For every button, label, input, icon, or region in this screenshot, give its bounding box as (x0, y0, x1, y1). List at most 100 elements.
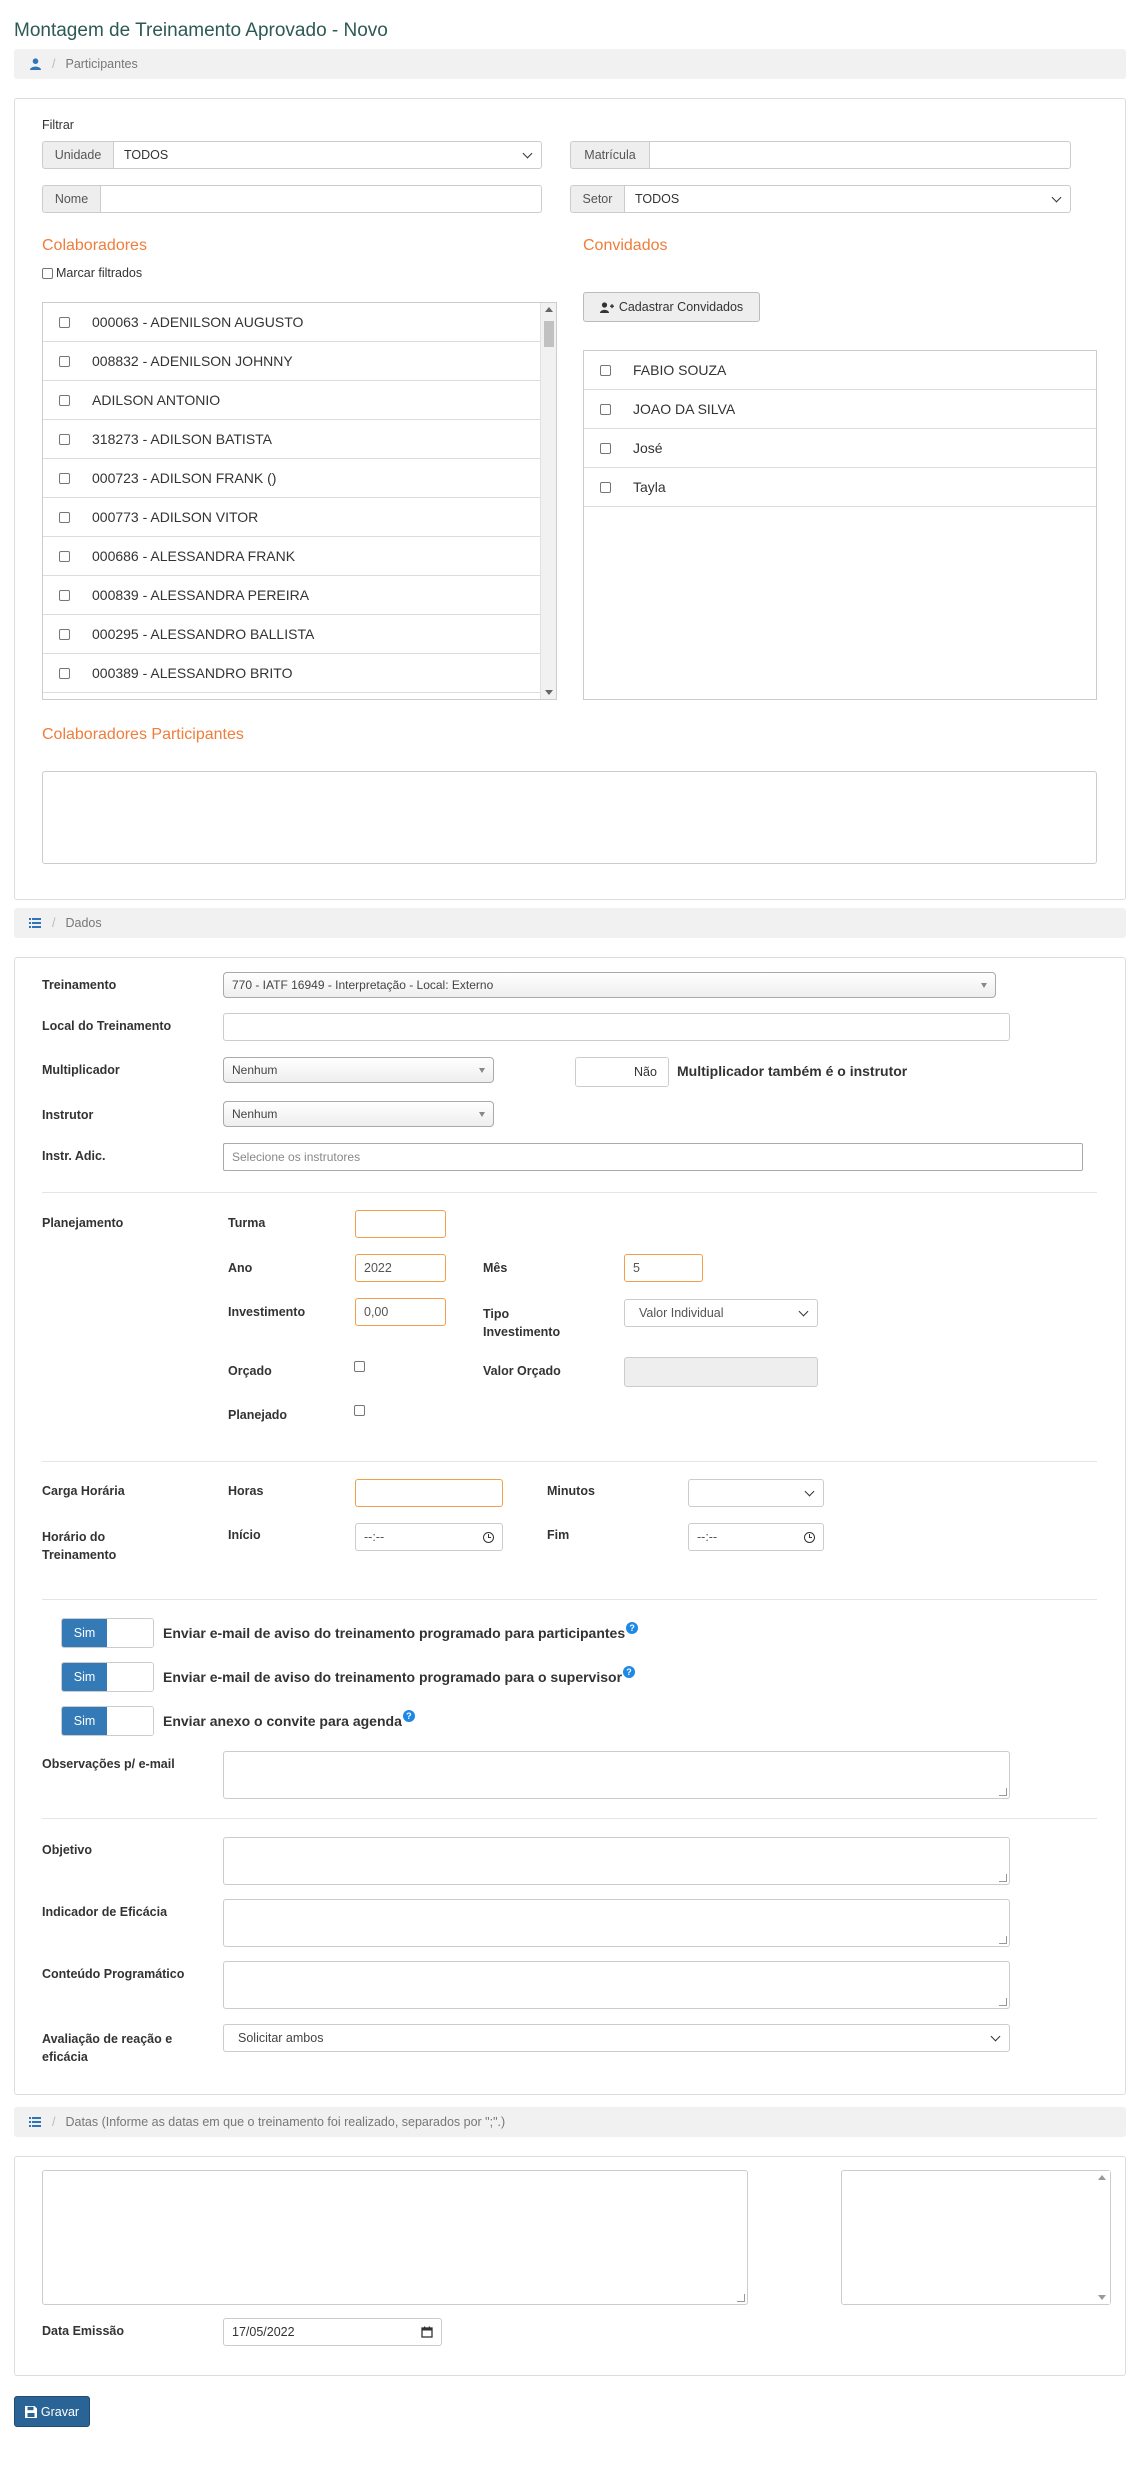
list-icon (28, 2117, 42, 2127)
toggle-sim-label: Sim (62, 1707, 107, 1735)
fim-time-input[interactable]: --:-- (688, 1523, 824, 1551)
avaliacao-select[interactable]: Solicitar ambos (223, 2024, 1010, 2052)
data-emissao-input[interactable]: 17/05/2022 (223, 2318, 442, 2346)
scroll-thumb[interactable] (544, 321, 554, 347)
help-icon[interactable]: ? (402, 1710, 415, 1722)
list-item[interactable]: 000295 - ALESSANDRO BALLISTA (43, 615, 540, 654)
checkbox[interactable] (59, 550, 70, 562)
ano-input[interactable]: 2022 (355, 1254, 446, 1282)
scroll-down-icon[interactable] (545, 690, 553, 695)
checkbox[interactable] (600, 481, 611, 493)
resize-grip-icon[interactable] (999, 1998, 1007, 2006)
caret-down-icon (479, 1111, 485, 1117)
datas-list[interactable] (841, 2170, 1111, 2305)
inicio-time-input[interactable]: --:-- (355, 1523, 503, 1551)
treinamento-select[interactable]: 770 - IATF 16949 - Interpretação - Local… (223, 972, 996, 998)
anexo-convite-toggle[interactable]: Sim (61, 1706, 154, 1736)
mark-filtered-checkbox[interactable]: Marcar filtrados (42, 266, 142, 280)
horas-input[interactable] (355, 1479, 503, 1507)
nome-input[interactable] (100, 185, 542, 213)
observacoes-textarea[interactable] (223, 1751, 1010, 1799)
help-icon[interactable]: ? (623, 1666, 636, 1678)
help-icon[interactable]: ? (626, 1622, 639, 1634)
checkbox[interactable] (59, 355, 70, 367)
email-participantes-toggle[interactable]: Sim (61, 1618, 154, 1648)
clock-icon[interactable] (804, 1531, 815, 1543)
checkbox[interactable] (59, 667, 70, 679)
save-button[interactable]: Gravar (14, 2396, 90, 2427)
resize-grip-icon[interactable] (737, 2294, 745, 2302)
email-participantes-text: Enviar e-mail de aviso do treinamento pr… (163, 1625, 626, 1641)
list-item[interactable]: Tayla (584, 468, 1096, 507)
instrutor-value: Nenhum (232, 1107, 278, 1121)
matricula-input[interactable] (649, 141, 1071, 169)
checkbox[interactable] (59, 589, 70, 601)
multiplicador-instrutor-toggle[interactable]: Não (575, 1057, 669, 1087)
checkbox[interactable] (600, 442, 611, 454)
list-item[interactable]: FABIO SOUZA (584, 351, 1096, 390)
list-item[interactable]: JOAO DA SILVA (584, 390, 1096, 429)
scroll-up-icon[interactable] (1098, 2175, 1106, 2180)
checkbox[interactable] (600, 364, 611, 376)
list-item[interactable]: 000839 - ALESSANDRA PEREIRA (43, 576, 540, 615)
list-item[interactable]: 318273 - ADILSON BATISTA (43, 420, 540, 459)
email-supervisor-toggle[interactable]: Sim (61, 1662, 154, 1692)
tipo-investimento-select[interactable]: Valor Individual (624, 1299, 818, 1327)
list-item[interactable]: 000389 - ALESSANDRO BRITO (43, 654, 540, 693)
checkbox[interactable] (42, 267, 53, 279)
setor-select[interactable]: TODOS (624, 185, 1071, 213)
planejado-checkbox[interactable] (354, 1405, 365, 1416)
unidade-select[interactable]: TODOS (113, 141, 542, 169)
indicador-textarea[interactable] (223, 1899, 1010, 1947)
calendar-icon[interactable] (421, 2326, 433, 2338)
resize-grip-icon[interactable] (999, 1936, 1007, 1944)
instr-adic-input[interactable]: Selecione os instrutores (223, 1143, 1083, 1171)
list-item[interactable]: 000773 - ADILSON VITOR (43, 498, 540, 537)
list-item[interactable]: José (584, 429, 1096, 468)
checkbox[interactable] (600, 403, 611, 415)
scrollbar[interactable] (1094, 2171, 1110, 2304)
list-item-label: JOAO DA SILVA (633, 401, 736, 417)
conteudo-textarea[interactable] (223, 1961, 1010, 2009)
list-item[interactable]: 000686 - ALESSANDRA FRANK (43, 537, 540, 576)
minutos-label: Minutos (547, 1484, 595, 1498)
scroll-up-icon[interactable] (545, 307, 553, 312)
tipo-investimento-label: Tipo Investimento (483, 1305, 560, 1341)
checkbox[interactable] (59, 394, 70, 406)
register-guests-button[interactable]: Cadastrar Convidados (583, 292, 760, 322)
list-item[interactable]: ADILSON ANTONIO (43, 381, 540, 420)
instr-adic-label: Instr. Adic. (42, 1149, 106, 1163)
scroll-down-icon[interactable] (1098, 2295, 1106, 2300)
colaboradores-list[interactable]: 000063 - ADENILSON AUGUSTO 008832 - ADENI… (42, 302, 557, 700)
multiplicador-select[interactable]: Nenhum (223, 1057, 494, 1083)
minutos-select[interactable] (688, 1479, 824, 1507)
resize-grip-icon[interactable] (999, 1788, 1007, 1796)
datas-textarea[interactable] (42, 2170, 748, 2305)
instrutor-select[interactable]: Nenhum (223, 1101, 494, 1127)
list-item[interactable]: 000723 - ADILSON FRANK () (43, 459, 540, 498)
breadcrumb-separator: / (52, 916, 56, 930)
turma-input[interactable] (355, 1210, 446, 1238)
checkbox[interactable] (59, 316, 70, 328)
multiplicador-value: Nenhum (232, 1063, 278, 1077)
list-item[interactable]: 000063 - ADENILSON AUGUSTO (43, 303, 540, 342)
scrollbar[interactable] (540, 303, 556, 699)
local-label: Local do Treinamento (42, 1019, 172, 1033)
objetivo-textarea[interactable] (223, 1837, 1010, 1885)
clock-icon[interactable] (483, 1531, 494, 1543)
list-item[interactable]: 008832 - ADENILSON JOHNNY (43, 342, 540, 381)
checkbox[interactable] (59, 511, 70, 523)
checkbox[interactable] (59, 472, 70, 484)
fim-label: Fim (547, 1528, 570, 1542)
resize-grip-icon[interactable] (999, 1874, 1007, 1882)
toggle-knob (107, 1707, 153, 1735)
participantes-list[interactable] (42, 771, 1097, 864)
checkbox[interactable] (59, 433, 70, 445)
valor-orcado-input (624, 1357, 818, 1387)
orcado-checkbox[interactable] (354, 1361, 365, 1372)
checkbox[interactable] (59, 628, 70, 640)
local-input[interactable] (223, 1013, 1010, 1041)
investimento-input[interactable]: 0,00 (355, 1298, 446, 1326)
convidados-list[interactable]: FABIO SOUZA JOAO DA SILVA José Tayla (583, 350, 1097, 700)
mes-input[interactable]: 5 (624, 1254, 703, 1282)
